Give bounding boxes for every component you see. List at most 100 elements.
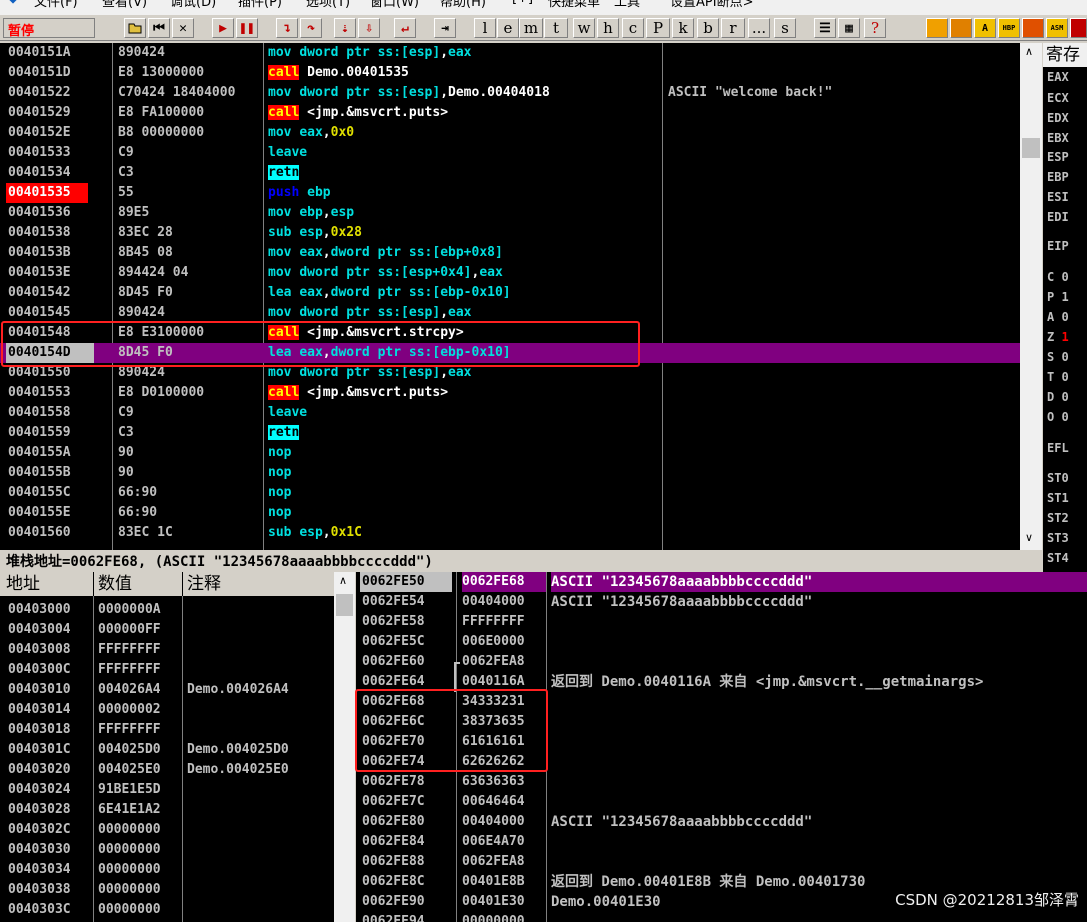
disasm-row[interactable]: 0040155A 90 nop — [0, 443, 1020, 463]
dump-row[interactable]: 00403024 91BE1E5D — [0, 780, 332, 800]
close-icon[interactable]: ✕ — [172, 18, 194, 38]
register-label[interactable]: Z 1 — [1047, 330, 1069, 344]
register-label[interactable]: EIP — [1047, 239, 1069, 253]
plugin-icon-ab[interactable]: A — [974, 18, 996, 38]
window-button-3[interactable]: t — [544, 18, 568, 38]
dump-row[interactable]: 0040300C FFFFFFFF — [0, 660, 332, 680]
rewind-icon[interactable]: ⏮ — [148, 18, 170, 38]
window-button-10[interactable]: r — [721, 18, 745, 38]
disasm-row[interactable]: 0040153E 894424 04 mov dword ptr ss:[esp+0… — [0, 263, 1020, 283]
window-button-1[interactable]: e — [497, 18, 519, 38]
menu-item-10[interactable]: 设置API断点> — [670, 0, 753, 10]
plugin-icon-2[interactable] — [950, 18, 972, 38]
register-label[interactable]: ESI — [1047, 190, 1069, 204]
disasm-row[interactable]: 00401558 C9 leave — [0, 403, 1020, 423]
plugin-icon-asm[interactable]: ASM — [1046, 18, 1068, 38]
dump-scroll-up-icon[interactable]: ∧ — [339, 574, 347, 587]
register-label[interactable]: ESP — [1047, 150, 1069, 164]
dump-row[interactable]: 00403000 0000000A — [0, 600, 332, 620]
stack-row[interactable]: 0062FE88 0062FEA8 — [356, 852, 1087, 872]
register-label[interactable]: EDX — [1047, 111, 1069, 125]
dump-row[interactable]: 00403008 FFFFFFFF — [0, 640, 332, 660]
dump-row[interactable]: 00403028 6E41E1A2 — [0, 800, 332, 820]
register-label[interactable]: S 0 — [1047, 350, 1069, 364]
register-label[interactable]: EAX — [1047, 70, 1069, 84]
trace-into-icon[interactable]: ⇣ — [334, 18, 356, 38]
register-label[interactable]: O 0 — [1047, 410, 1069, 424]
disasm-row[interactable]: 00401536 89E5 mov ebp,esp — [0, 203, 1020, 223]
disasm-row[interactable]: 0040155C 66:90 nop — [0, 483, 1020, 503]
pause-icon[interactable]: ❚❚ — [236, 18, 258, 38]
register-label[interactable]: T 0 — [1047, 370, 1069, 384]
disasm-row[interactable]: 0040151D E8 13000000 call Demo.00401535 — [0, 63, 1020, 83]
register-label[interactable]: ST4 — [1047, 551, 1069, 565]
menu-item-5[interactable]: 窗口(W) — [370, 0, 419, 10]
disasm-row[interactable]: 00401542 8D45 F0 lea eax,dword ptr ss:[ebp… — [0, 283, 1020, 303]
register-label[interactable]: EBX — [1047, 131, 1069, 145]
dump-header-address[interactable]: 地址 — [6, 572, 40, 596]
register-label[interactable]: ECX — [1047, 91, 1069, 105]
window-button-11[interactable]: ... — [748, 18, 770, 38]
registers-pane[interactable]: 寄存 EAX ECX EDX EBX ESP EBP ESI EDI EIP C 0 P 1 A 0 Z… — [1043, 43, 1087, 572]
plugin-icon-3[interactable] — [1022, 18, 1044, 38]
menu-item-4[interactable]: 选项(T) — [306, 0, 350, 10]
stack-row[interactable]: 0062FE80 00404000 ASCII "12345678aaaabbbbc… — [356, 812, 1087, 832]
stack-row[interactable]: 0062FE50 0062FE68 ASCII "12345678aaaabbbbc… — [356, 572, 1087, 592]
dump-row[interactable]: 0040301C 004025D0 Demo.004025D0 — [0, 740, 332, 760]
disasm-row[interactable]: 00401560 83EC 1C sub esp,0x1C — [0, 523, 1020, 543]
stack-row[interactable]: 0062FE54 00404000 ASCII "12345678aaaabbbbc… — [356, 592, 1087, 612]
window-button-2[interactable]: m — [519, 18, 543, 38]
stack-row[interactable]: 0062FE60 0062FEA8 — [356, 652, 1087, 692]
step-into-icon[interactable]: ↴ — [276, 18, 298, 38]
disasm-row[interactable]: 0040151A 890424 mov dword ptr ss:[esp],eax — [0, 43, 1020, 63]
stack-row[interactable]: 0062FE78 63636363 — [356, 772, 1087, 792]
window-button-0[interactable]: l — [474, 18, 496, 38]
plugin-icon-4[interactable] — [1070, 18, 1087, 38]
menu-item-0[interactable]: 文件(F) — [34, 0, 78, 10]
dump-header-value[interactable]: 数值 — [98, 572, 132, 596]
disasm-row[interactable]: 00401553 E8 D0100000 call <jmp.&msvcrt.put… — [0, 383, 1020, 403]
dump-pane[interactable]: 地址 数值 注释 00403000 0000000A 00403004 000000F… — [0, 572, 355, 922]
window-button-12[interactable]: s — [774, 18, 796, 38]
disasm-row[interactable]: 0040153B 8B45 08 mov eax,dword ptr ss:[ebp… — [0, 243, 1020, 263]
dump-header-comment[interactable]: 注释 — [187, 572, 221, 596]
dump-row[interactable]: 00403010 004026A4 Demo.004026A4 — [0, 680, 332, 700]
dump-scrollbar[interactable]: ∧ — [334, 572, 355, 922]
scroll-down-icon[interactable]: ∨ — [1025, 531, 1033, 544]
dump-row[interactable]: 0040302C 00000000 — [0, 820, 332, 840]
disasm-row[interactable]: 0040155E 66:90 nop — [0, 503, 1020, 523]
menu-item-9[interactable]: 工具 — [614, 0, 640, 10]
stack-row[interactable]: 0062FE58 FFFFFFFF — [356, 612, 1087, 632]
menu-item-2[interactable]: 调试(D) — [170, 0, 216, 10]
window-button-9[interactable]: b — [697, 18, 719, 38]
step-over-icon[interactable]: ↷ — [300, 18, 322, 38]
stack-row[interactable]: 0062FE7C 00646464 — [356, 792, 1087, 812]
plugin-icon-hbp[interactable]: HBP — [998, 18, 1020, 38]
plugin-icon-1[interactable] — [926, 18, 948, 38]
disasm-row[interactable]: 00401534 C3 retn — [0, 163, 1020, 183]
dump-row[interactable]: 00403018 FFFFFFFF — [0, 720, 332, 740]
disasm-row[interactable]: 00401538 83EC 28 sub esp,0x28 — [0, 223, 1020, 243]
menu-item-8[interactable]: 快捷菜单 — [548, 0, 600, 10]
disasm-row[interactable]: 00401533 C9 leave — [0, 143, 1020, 163]
run-icon[interactable]: ▶ — [212, 18, 234, 38]
disasm-row[interactable]: 00401559 C3 retn — [0, 423, 1020, 443]
grid-icon[interactable]: ▦ — [838, 18, 860, 38]
register-label[interactable]: ST2 — [1047, 511, 1069, 525]
dump-row[interactable]: 0040303C 00000000 — [0, 900, 332, 920]
register-label[interactable]: ST0 — [1047, 471, 1069, 485]
disassembly-scrollbar[interactable]: ∧ ∨ — [1020, 43, 1042, 550]
stack-row[interactable]: 0062FE94 00000000 — [356, 912, 1087, 922]
dump-row[interactable]: 00403030 00000000 — [0, 840, 332, 860]
open-icon[interactable] — [124, 18, 146, 38]
trace-over-icon[interactable]: ⇩ — [358, 18, 380, 38]
menu-item-1[interactable]: 查看(V) — [102, 0, 147, 10]
disasm-row[interactable]: 00401545 890424 mov dword ptr ss:[esp],eax — [0, 303, 1020, 323]
window-button-7[interactable]: P — [646, 18, 670, 38]
register-label[interactable]: EDI — [1047, 210, 1069, 224]
execute-till-return-icon[interactable]: ↵ — [394, 18, 416, 38]
menu-item-3[interactable]: 插件(P) — [238, 0, 282, 10]
scroll-thumb[interactable] — [1022, 138, 1040, 158]
dump-scroll-thumb[interactable] — [336, 594, 353, 616]
menu-item-7[interactable]: [+] — [512, 0, 533, 6]
